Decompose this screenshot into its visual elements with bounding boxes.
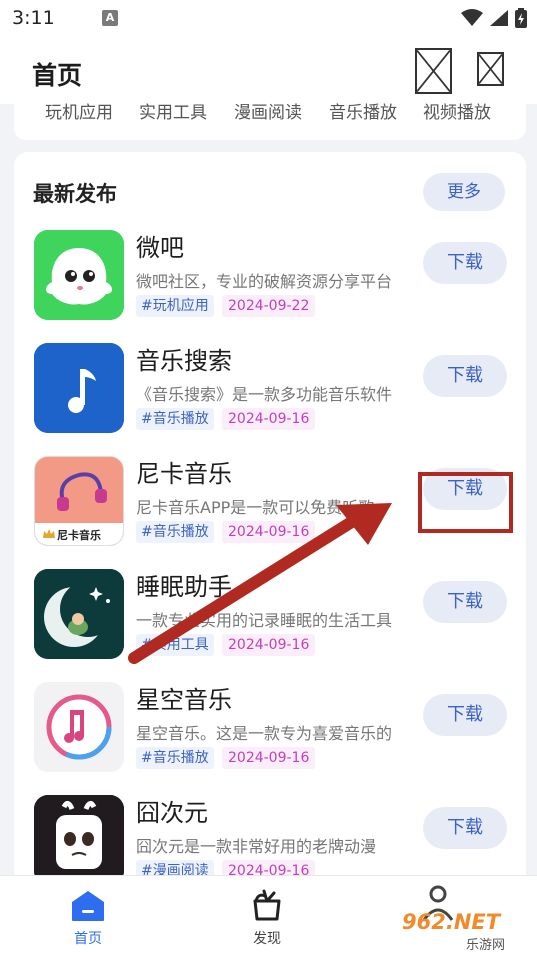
broken-image-icon[interactable]	[415, 48, 452, 94]
category-item[interactable]: 实用工具	[139, 98, 207, 123]
nav-discover-label: 发现	[253, 931, 281, 947]
category-item[interactable]: 视频播放	[423, 98, 491, 123]
category-tag[interactable]: #音乐播放	[136, 747, 214, 769]
ghost-mascot-icon	[34, 230, 124, 320]
nav-home-label: 首页	[74, 931, 102, 947]
date-tag: 2024-09-16	[222, 521, 316, 543]
app-list-item[interactable]: 音乐搜索 《音乐搜索》是一款多功能音乐软件 #音乐播放 2024-09-16 下…	[14, 343, 526, 456]
status-icons	[461, 8, 527, 28]
watermark-brand: 962.NET	[402, 910, 501, 934]
category-item[interactable]: 漫画阅读	[234, 98, 302, 123]
home-icon	[72, 891, 104, 921]
app-description: 微吧社区，专业的破解资源分享平台	[136, 272, 393, 291]
nav-home[interactable]: 首页	[43, 876, 133, 957]
more-button[interactable]: 更多	[423, 173, 505, 211]
app-name: 尼卡音乐	[136, 460, 232, 488]
mascot-icon	[34, 795, 124, 885]
music-disc-icon	[34, 682, 124, 772]
wifi-icon	[461, 9, 483, 26]
app-description: 一款专业实用的记录睡眠的生活工具	[136, 611, 393, 630]
app-list-item[interactable]: 微吧 微吧社区，专业的破解资源分享平台 #玩机应用 2024-09-22 下载	[14, 230, 526, 343]
battery-icon	[515, 8, 527, 28]
app-description: 囧次元是一款非常好用的老牌动漫	[136, 837, 377, 856]
date-tag: 2024-09-16	[222, 634, 316, 656]
site-watermark: 962.NET 乐游网	[396, 880, 532, 953]
app-description: 《音乐搜索》是一款多功能音乐软件	[136, 385, 393, 404]
date-tag: 2024-09-16	[222, 747, 316, 769]
app-icon	[34, 682, 124, 772]
category-bar: 玩机应用 实用工具 漫画阅读 音乐播放 视频播放	[14, 100, 526, 140]
app-icon: 尼卡音乐	[34, 456, 124, 546]
app-name: 星空音乐	[136, 686, 232, 714]
app-icon	[34, 795, 124, 885]
category-tag[interactable]: #玩机应用	[136, 295, 214, 317]
date-tag: 2024-09-16	[222, 408, 316, 430]
app-list-item[interactable]: 睡眠助手 一款专业实用的记录睡眠的生活工具 #实用工具 2024-09-16 下…	[14, 569, 526, 682]
app-name: 囧次元	[136, 799, 208, 827]
app-description: 尼卡音乐APP是一款可以免费听歌	[136, 498, 375, 517]
app-icon	[34, 343, 124, 433]
signal-icon	[490, 10, 508, 26]
status-time: 3:11	[12, 7, 55, 29]
download-button[interactable]: 下载	[423, 581, 507, 623]
headphones-icon	[35, 457, 123, 523]
nav-discover[interactable]: 发现	[222, 876, 312, 957]
notification-icon: A	[102, 10, 118, 26]
app-name: 睡眠助手	[136, 573, 232, 601]
crown-icon	[43, 529, 55, 538]
download-button[interactable]: 下载	[423, 807, 507, 849]
category-tag[interactable]: #实用工具	[136, 634, 214, 656]
watermark-site: 乐游网	[466, 938, 506, 953]
status-bar: 3:11 A	[0, 0, 537, 36]
highlight-box	[418, 472, 513, 533]
header: 首页	[0, 36, 537, 104]
download-button[interactable]: 下载	[423, 242, 507, 284]
app-list-item[interactable]: 星空音乐 星空音乐。这是一款专为喜爱音乐的 #音乐播放 2024-09-16 下…	[14, 682, 526, 795]
app-icon	[34, 569, 124, 659]
download-button[interactable]: 下载	[423, 694, 507, 736]
app-name: 音乐搜索	[136, 347, 232, 375]
section-title: 最新发布	[33, 182, 117, 206]
app-name: 微吧	[136, 234, 184, 262]
download-button[interactable]: 下载	[423, 355, 507, 397]
app-icon	[34, 230, 124, 320]
category-item[interactable]: 音乐播放	[329, 98, 397, 123]
date-tag: 2024-09-22	[222, 295, 316, 317]
category-item[interactable]: 玩机应用	[45, 98, 113, 123]
discover-icon	[253, 889, 281, 921]
latest-releases-card: 最新发布 更多 微吧 微吧社区，专业的破解资源分享平台 #玩机应用 2024-0…	[14, 152, 526, 932]
app-description: 星空音乐。这是一款专为喜爱音乐的	[136, 724, 393, 743]
category-tag[interactable]: #音乐播放	[136, 408, 214, 430]
category-tag[interactable]: #音乐播放	[136, 521, 214, 543]
music-note-icon	[34, 343, 124, 433]
broken-image-icon[interactable]	[477, 52, 504, 86]
icon-caption-bar: 尼卡音乐	[35, 523, 123, 545]
page-title: 首页	[32, 61, 83, 90]
icon-caption: 尼卡音乐	[57, 529, 101, 542]
moon-icon	[34, 569, 124, 659]
